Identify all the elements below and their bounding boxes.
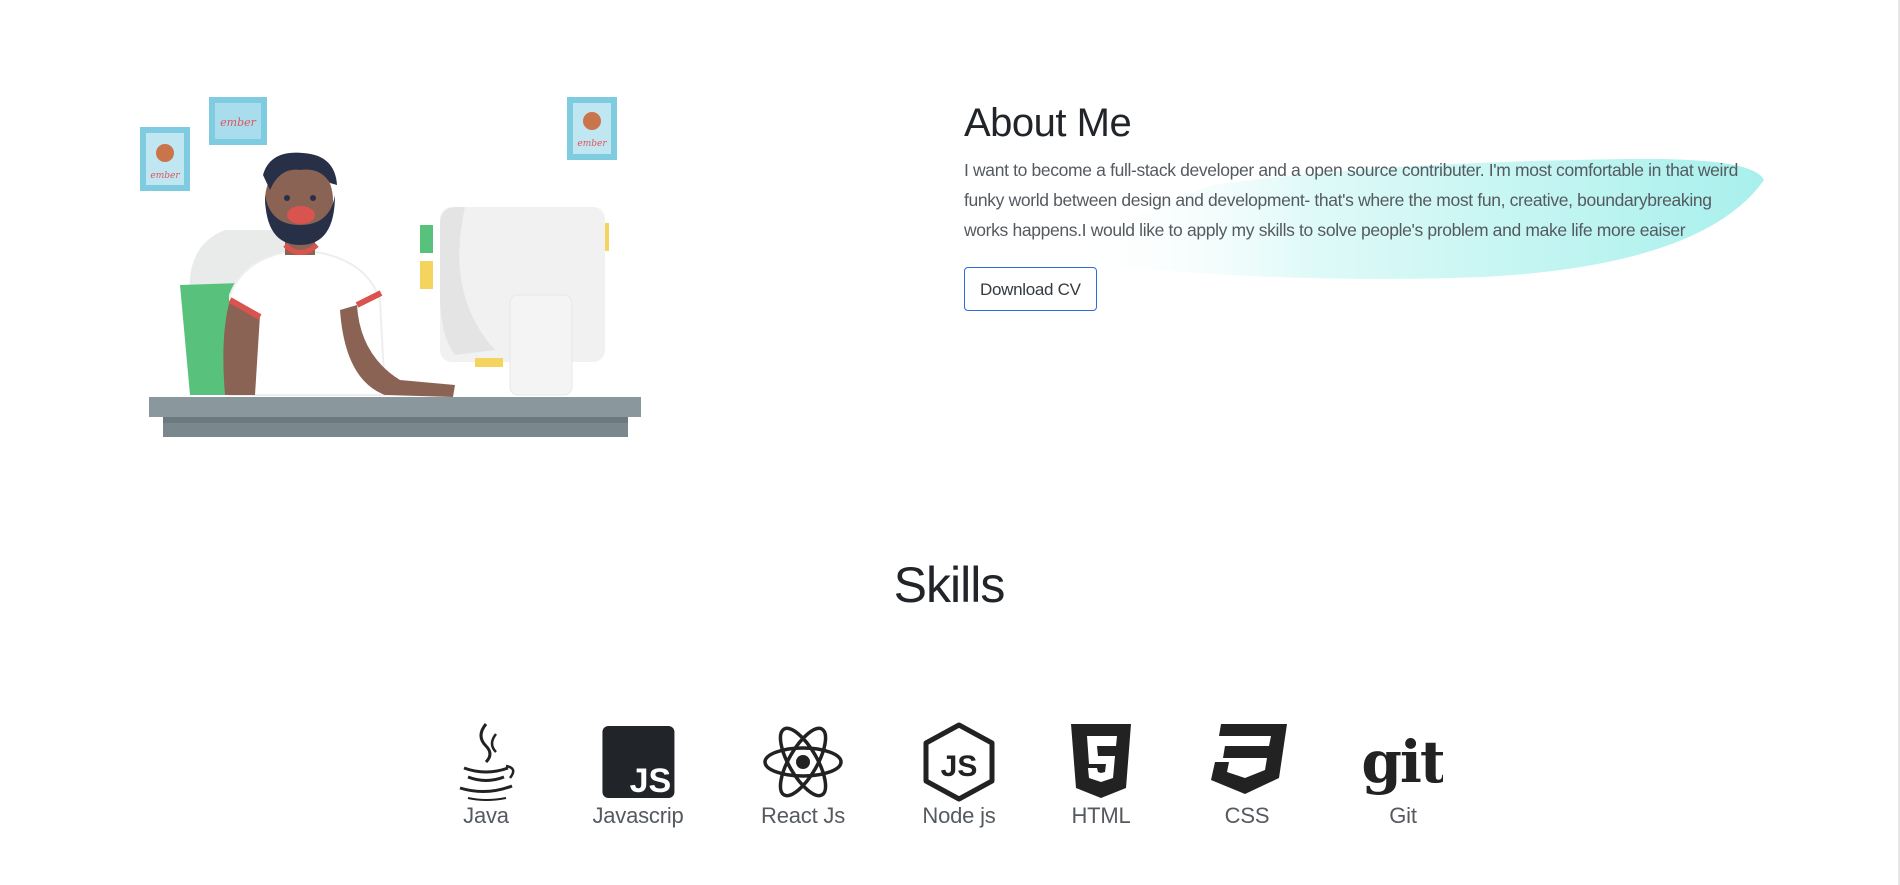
javascript-icon: JS (602, 726, 674, 800)
skill-react: React Js (761, 722, 845, 829)
page: ember ember ember About Me I want to bec… (0, 0, 1900, 885)
skill-label: Java (463, 803, 509, 828)
frame-icon: ember (209, 97, 267, 145)
skill-html: HTML (1061, 722, 1141, 829)
svg-text:ember: ember (220, 116, 256, 129)
frame-icon: ember (567, 97, 617, 160)
skill-label: Git (1389, 803, 1417, 828)
about-title: About Me (964, 101, 1132, 145)
skill-css: CSS (1207, 722, 1287, 829)
skill-label: Javascrip (592, 803, 684, 828)
skill-java: Java (446, 722, 526, 829)
desk-icon (149, 397, 641, 437)
skill-nodejs: JS Node js (919, 722, 999, 829)
skill-javascript: JS Javascrip (592, 722, 684, 829)
monitor-icon (440, 207, 605, 396)
html5-icon (1071, 724, 1131, 798)
about-description: I want to become a full-stack developer … (964, 160, 1738, 240)
skill-label: HTML (1071, 803, 1131, 828)
svg-text:ember: ember (150, 171, 180, 181)
git-icon: git (1363, 728, 1443, 796)
css3-icon (1211, 724, 1287, 794)
react-icon (763, 726, 843, 798)
svg-text:git: git (1363, 728, 1443, 796)
nodejs-icon: JS (923, 722, 995, 802)
java-icon (459, 723, 515, 801)
svg-text:JS: JS (941, 750, 978, 783)
skill-label: CSS (1224, 803, 1270, 828)
skill-git: git Git (1363, 722, 1443, 829)
skills-title: Skills (893, 557, 1006, 613)
svg-text:ember: ember (577, 139, 607, 149)
developer-illustration: ember ember ember (140, 97, 641, 437)
frame-icon: ember (140, 127, 190, 191)
about-text-wrap: I want to become a full-stack developer … (964, 155, 1764, 279)
skill-label: Node js (922, 803, 996, 828)
skill-label: React Js (761, 803, 845, 828)
svg-text:JS: JS (629, 762, 671, 800)
about-section: About Me I want to become a full-stack d… (964, 95, 1764, 311)
